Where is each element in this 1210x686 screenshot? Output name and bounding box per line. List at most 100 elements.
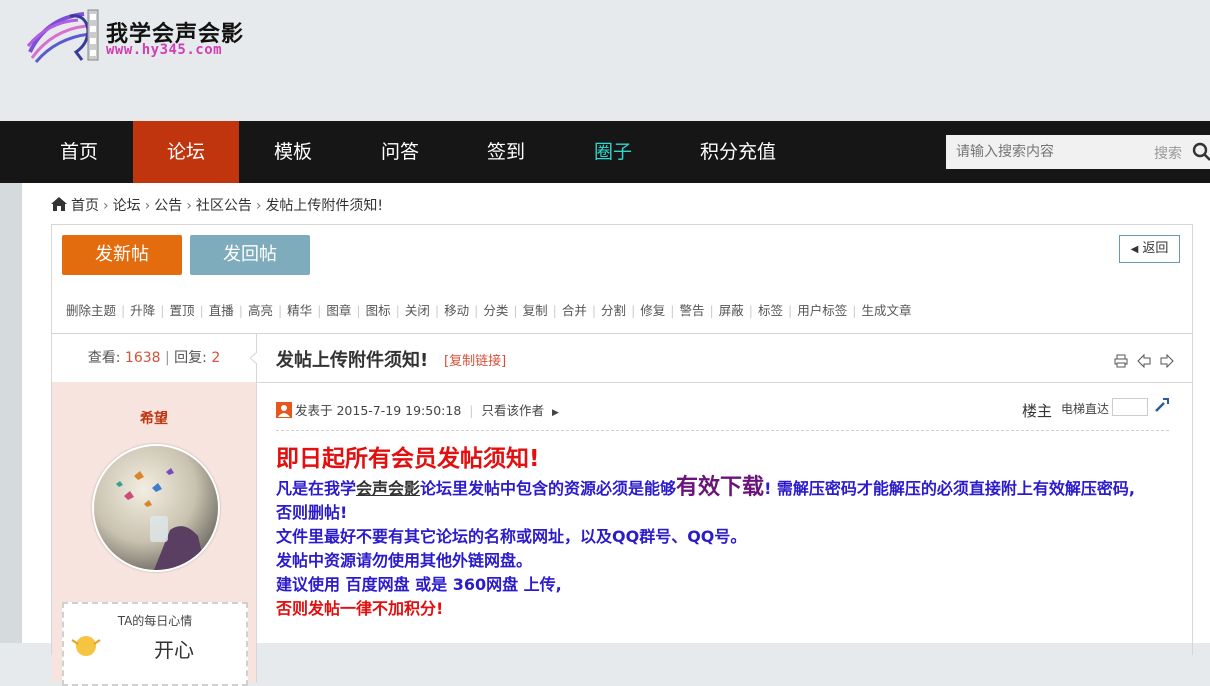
search-button[interactable]: 搜索 xyxy=(1154,143,1182,163)
mood-emoji-icon xyxy=(68,632,104,656)
post-text: 论坛里发帖中包含的资源必须是能够 xyxy=(420,479,676,498)
breadcrumb-current[interactable]: 发帖上传附件须知! xyxy=(265,198,383,214)
breadcrumb: 首页›论坛›公告›社区公告›发帖上传附件须知! xyxy=(50,195,387,215)
thread-title: 发帖上传附件须知! xyxy=(276,346,428,372)
pointer-arrow-icon xyxy=(250,352,258,364)
mod-close[interactable]: 关闭 xyxy=(405,303,430,318)
next-thread-icon[interactable] xyxy=(1160,354,1174,368)
nav-home[interactable]: 首页 xyxy=(25,121,133,183)
post-text: 凡是在我学 xyxy=(276,479,356,498)
mod-merge[interactable]: 合并 xyxy=(562,303,587,318)
breadcrumb-separator-icon: › xyxy=(145,198,151,214)
post-text: ! 需解压密码才能解压的必须直接附上有效解压密码, xyxy=(764,479,1135,498)
post-area: 发表于 2015-7-19 19:50:18|只看该作者 ▶ 楼主 电梯直达 即… xyxy=(276,382,1176,682)
floor-label: 楼主 xyxy=(1022,400,1052,421)
search-icon[interactable] xyxy=(1192,142,1210,162)
post-line: 文件里最好不要有其它论坛的名称或网址，以及QQ群号、QQ号。 xyxy=(276,525,1171,549)
home-icon[interactable] xyxy=(50,196,68,212)
thread-stats: 查看: 1638 | 回复: 2 xyxy=(52,334,257,382)
mod-generate-article[interactable]: 生成文章 xyxy=(861,303,911,318)
mod-warn[interactable]: 警告 xyxy=(680,303,705,318)
mod-sticky[interactable]: 置顶 xyxy=(169,303,194,318)
nav-circle[interactable]: 圈子 xyxy=(559,121,667,183)
user-status-icon xyxy=(276,402,292,418)
logo-mark-icon xyxy=(26,8,102,64)
nav-templates[interactable]: 模板 xyxy=(239,121,347,183)
breadcrumb-separator-icon: › xyxy=(256,198,262,214)
daily-mood: TA的每日心情 开心 xyxy=(62,602,248,686)
replies-count: 2 xyxy=(211,350,220,366)
mod-highlight[interactable]: 高亮 xyxy=(248,303,273,318)
nav-qa[interactable]: 问答 xyxy=(347,121,453,183)
post-line: 建议使用 百度网盘 或是 360网盘 上传, xyxy=(276,573,1171,597)
floor-jump-input[interactable] xyxy=(1112,398,1148,416)
prev-thread-icon[interactable] xyxy=(1137,354,1151,368)
search-input[interactable] xyxy=(946,135,1156,169)
breadcrumb-separator-icon: › xyxy=(103,198,109,214)
breadcrumb-community-notice[interactable]: 社区公告 xyxy=(196,198,252,214)
author-panel: 希望 TA的每日心情 开心 xyxy=(52,382,257,682)
post-line: 否则删帖! xyxy=(276,501,1171,525)
post-meta: 发表于 2015-7-19 19:50:18|只看该作者 ▶ xyxy=(276,400,559,419)
reply-button[interactable]: 发回帖 xyxy=(190,235,310,275)
mod-tags[interactable]: 标签 xyxy=(758,303,783,318)
page-side-strip xyxy=(0,183,22,643)
mod-user-tags[interactable]: 用户标签 xyxy=(797,303,847,318)
floor-jump-icon[interactable] xyxy=(1154,397,1170,413)
thread-actions xyxy=(1114,353,1174,372)
replies-label: 回复: xyxy=(174,350,207,366)
mod-block[interactable]: 屏蔽 xyxy=(719,303,744,318)
back-label: 返回 xyxy=(1142,241,1168,256)
elevator-label: 电梯直达 xyxy=(1061,400,1109,417)
breadcrumb-separator-icon: › xyxy=(186,198,192,214)
views-count: 1638 xyxy=(125,350,161,366)
post-keyword-link[interactable]: 会声会影 xyxy=(356,479,420,498)
post-line: 否则发帖一律不加积分! xyxy=(276,597,1171,621)
new-post-button[interactable]: 发新帖 xyxy=(62,235,182,275)
only-author-arrow-icon: ▶ xyxy=(552,408,559,418)
mod-move[interactable]: 移动 xyxy=(444,303,469,318)
mod-split[interactable]: 分割 xyxy=(601,303,626,318)
divider xyxy=(276,430,1169,431)
main-nav: 首页 论坛 模板 问答 签到 圈子 积分充值 搜索 xyxy=(0,121,1210,183)
only-author-link[interactable]: 只看该作者 xyxy=(482,403,545,418)
site-logo[interactable]: 我学会声会影 www.hy345.com xyxy=(26,8,266,64)
author-name[interactable]: 希望 xyxy=(52,408,256,428)
post-line: 凡是在我学会声会影论坛里发帖中包含的资源必须是能够有效下载! 需解压密码才能解压… xyxy=(276,476,1171,501)
breadcrumb-notice[interactable]: 公告 xyxy=(154,198,182,214)
views-label: 查看: xyxy=(88,350,121,366)
avatar[interactable] xyxy=(92,444,220,572)
mod-category[interactable]: 分类 xyxy=(483,303,508,318)
mod-stamp[interactable]: 图章 xyxy=(326,303,351,318)
copy-link[interactable]: [复制链接] xyxy=(444,350,506,369)
site-url: www.hy345.com xyxy=(106,42,222,58)
thread-container: 发新帖 发回帖 ◀ 返回 删除主题|升降|置顶|直播|高亮|精华|图章|图标|关… xyxy=(51,224,1193,655)
back-button[interactable]: ◀ 返回 xyxy=(1119,235,1180,263)
post-emphasis: 有效下载 xyxy=(676,475,764,500)
print-icon[interactable] xyxy=(1114,354,1128,368)
mod-digest[interactable]: 精华 xyxy=(287,303,312,318)
thread-header-row: 查看: 1638 | 回复: 2 发帖上传附件须知! [复制链接] xyxy=(52,333,1192,383)
main-content: 首页›论坛›公告›社区公告›发帖上传附件须知! 发新帖 发回帖 ◀ 返回 删除主… xyxy=(22,183,1210,643)
post-heading: 即日起所有会员发帖须知! xyxy=(276,442,1171,476)
back-arrow-icon: ◀ xyxy=(1131,244,1139,255)
breadcrumb-home[interactable]: 首页 xyxy=(71,198,99,214)
nav-recharge[interactable]: 积分充值 xyxy=(688,121,788,183)
breadcrumb-forum[interactable]: 论坛 xyxy=(113,198,141,214)
avatar-image xyxy=(94,446,218,570)
post-line: 发帖中资源请勿使用其他外链网盘。 xyxy=(276,549,1171,573)
nav-checkin[interactable]: 签到 xyxy=(453,121,559,183)
mood-title: TA的每日心情 xyxy=(64,612,246,629)
mood-value: 开心 xyxy=(154,634,194,663)
site-header: 我学会声会影 www.hy345.com xyxy=(0,0,1210,121)
post-time: 发表于 2015-7-19 19:50:18 xyxy=(295,403,461,418)
nav-forum[interactable]: 论坛 xyxy=(133,121,239,183)
mod-copy[interactable]: 复制 xyxy=(523,303,548,318)
mod-icon[interactable]: 图标 xyxy=(366,303,391,318)
mod-live[interactable]: 直播 xyxy=(209,303,234,318)
post-body: 即日起所有会员发帖须知! 凡是在我学会声会影论坛里发帖中包含的资源必须是能够有效… xyxy=(276,442,1171,621)
search-box: 搜索 xyxy=(946,135,1210,169)
mod-repair[interactable]: 修复 xyxy=(640,303,665,318)
mod-delete[interactable]: 删除主题 xyxy=(66,303,116,318)
mod-bump[interactable]: 升降 xyxy=(130,303,155,318)
